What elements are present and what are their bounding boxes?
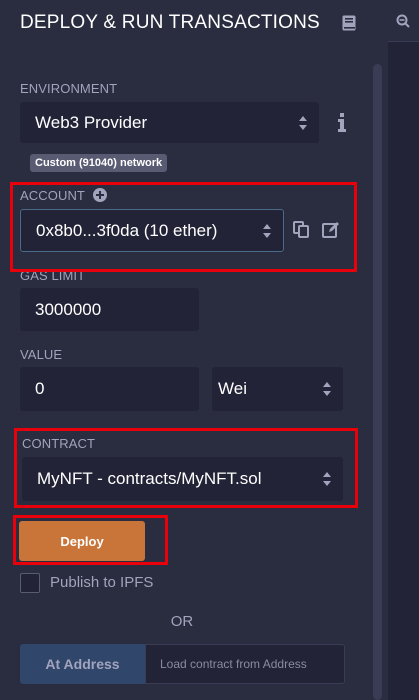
environment-select[interactable]: Web3 Provider: [20, 102, 319, 143]
value-unit-select[interactable]: Wei: [212, 367, 343, 411]
documentation-book-icon[interactable]: [342, 15, 356, 31]
panel-scrollbar[interactable]: [373, 64, 382, 700]
value-unit: Wei: [218, 379, 247, 398]
gas-limit-value: 3000000: [35, 299, 102, 319]
select-caret-icon: [323, 382, 331, 396]
page-title: DEPLOY & RUN TRANSACTIONS: [20, 12, 320, 33]
environment-label: ENVIRONMENT: [20, 81, 118, 96]
environment-selected-value: Web3 Provider: [35, 112, 148, 132]
value-amount-input[interactable]: 0: [20, 367, 199, 411]
info-icon[interactable]: [337, 113, 347, 132]
gas-limit-input[interactable]: 3000000: [20, 288, 199, 331]
account-highlight: [10, 182, 357, 272]
or-separator: OR: [170, 613, 194, 630]
deploy-highlight: [13, 515, 168, 565]
at-address-button[interactable]: At Address: [20, 644, 145, 684]
editor-toolbar: [388, 0, 419, 42]
zoom-out-icon[interactable]: [396, 14, 410, 28]
load-address-input[interactable]: Load contract from Address: [145, 644, 345, 684]
panel-header: DEPLOY & RUN TRANSACTIONS: [0, 0, 388, 46]
publish-ipfs-checkbox[interactable]: [20, 573, 40, 593]
value-label: VALUE: [20, 347, 63, 362]
network-badge: Custom (91040) network: [30, 154, 168, 172]
value-amount: 0: [35, 379, 45, 398]
select-caret-icon: [299, 115, 307, 130]
publish-ipfs-label: Publish to IPFS: [50, 574, 154, 591]
editor-strip: [388, 0, 419, 700]
deploy-run-panel: DEPLOY & RUN TRANSACTIONS ENVIRONMENT We…: [0, 0, 388, 700]
contract-highlight: [14, 428, 358, 508]
